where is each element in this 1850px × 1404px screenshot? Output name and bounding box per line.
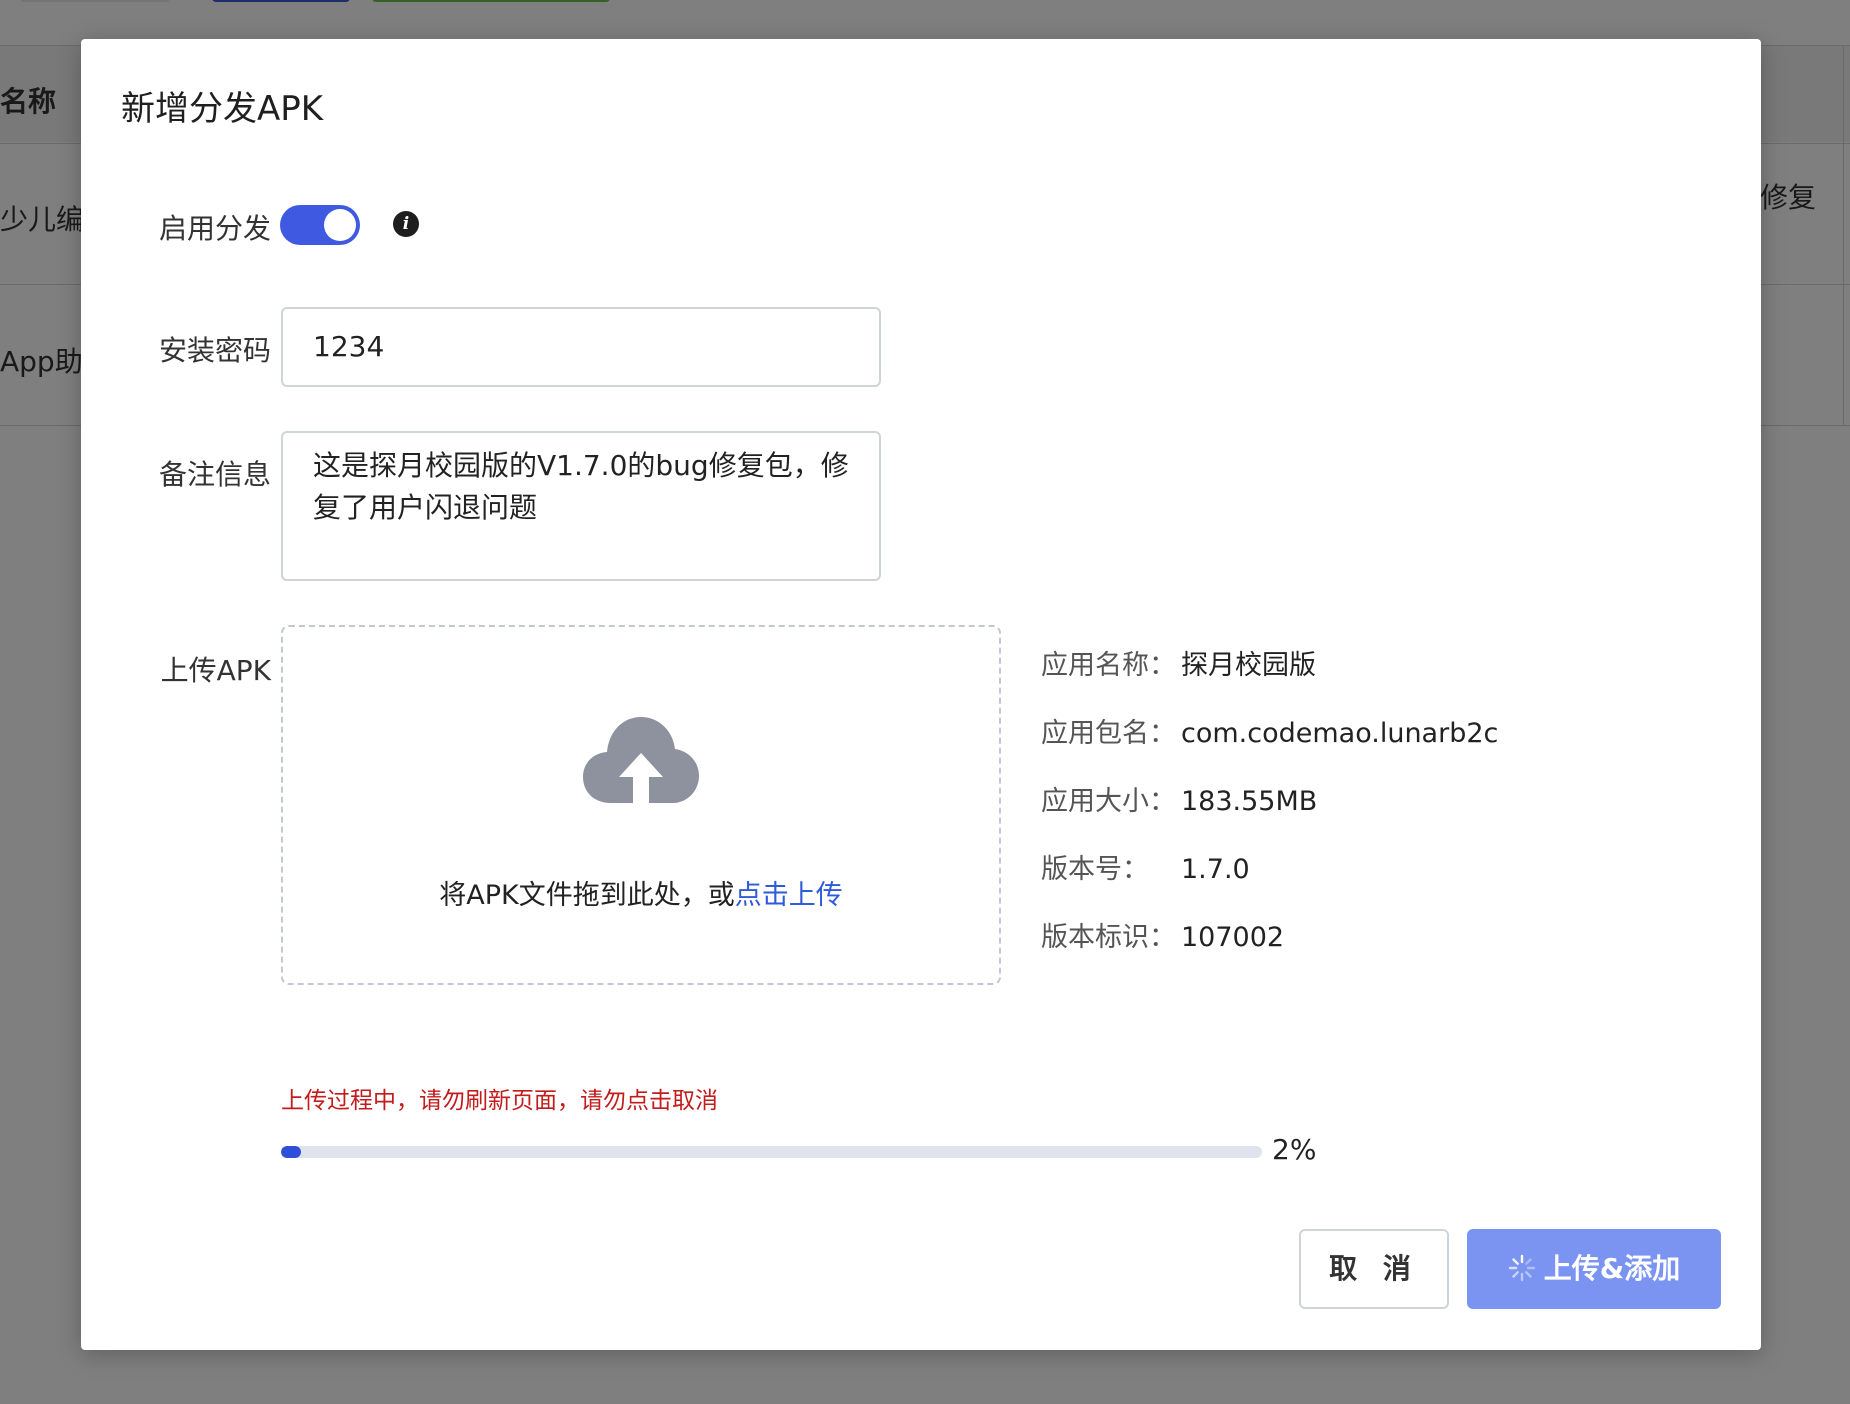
app-info-value: 107002: [1181, 922, 1285, 953]
remark-textarea[interactable]: 这是探月校园版的V1.7.0的bug修复包，修复了用户闪退问题: [281, 431, 881, 581]
click-upload-link[interactable]: 点击上传: [735, 880, 843, 911]
switch-knob: [324, 209, 356, 241]
app-info-row: 版本号： 1.7.0: [1041, 847, 1250, 886]
upload-progress-bar: [281, 1146, 1262, 1158]
loading-spinner-icon: [1508, 1254, 1535, 1282]
app-info-row: 应用名称： 探月校园版: [1041, 643, 1316, 682]
app-info-value: com.codemao.lunarb2c: [1181, 718, 1499, 749]
add-apk-dialog: 新增分发APK 启用分发 i 安装密码 1234 备注信息 这是探月校园版的V1…: [81, 39, 1761, 1350]
remark-label: 备注信息: [158, 458, 271, 491]
app-info-key: 应用包名：: [1041, 718, 1176, 749]
app-info-key: 版本号：: [1041, 854, 1149, 885]
app-info-key: 应用大小：: [1041, 786, 1176, 817]
upload-add-label: 上传&添加: [1543, 1252, 1681, 1285]
dropzone-hint: 将APK文件拖到此处，或: [439, 880, 735, 911]
app-info-value: 183.55MB: [1181, 786, 1318, 817]
app-info-key: 版本标识：: [1041, 922, 1176, 953]
info-icon[interactable]: i: [393, 211, 419, 237]
app-info-value: 探月校园版: [1181, 650, 1316, 681]
app-info-row: 版本标识： 107002: [1041, 915, 1284, 954]
upload-label: 上传APK: [160, 654, 271, 687]
app-info-row: 应用大小： 183.55MB: [1041, 779, 1317, 818]
upload-progress-fill: [281, 1146, 301, 1158]
apk-dropzone[interactable]: 将APK文件拖到此处，或点击上传: [281, 625, 1001, 985]
password-label: 安装密码: [158, 334, 271, 367]
cancel-button[interactable]: 取 消: [1299, 1229, 1449, 1309]
enable-distribution-switch[interactable]: [280, 205, 360, 245]
app-info-value: 1.7.0: [1181, 854, 1250, 885]
upload-add-button[interactable]: 上传&添加: [1467, 1229, 1721, 1309]
upload-warning: 上传过程中，请勿刷新页面，请勿点击取消: [281, 1088, 718, 1114]
enable-label: 启用分发: [158, 212, 271, 245]
app-info-key: 应用名称：: [1041, 650, 1176, 681]
dropzone-text: 将APK文件拖到此处，或点击上传: [283, 873, 999, 912]
upload-progress-text: 2%: [1272, 1133, 1317, 1166]
app-info-row: 应用包名： com.codemao.lunarb2c: [1041, 711, 1498, 750]
cloud-upload-icon: [583, 717, 699, 803]
install-password-input[interactable]: 1234: [281, 307, 881, 387]
dialog-title: 新增分发APK: [121, 89, 324, 129]
